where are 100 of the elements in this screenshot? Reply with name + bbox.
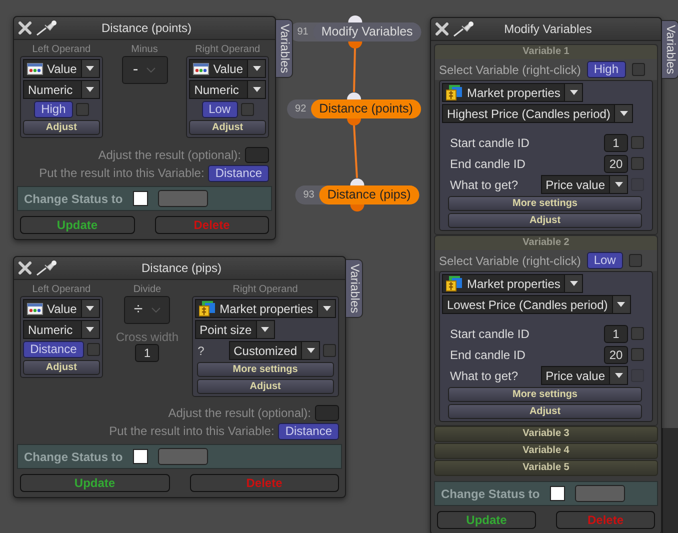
variable-header[interactable]: Variable 4 [434,443,658,459]
chevron-icon [146,67,156,73]
checkbox[interactable] [631,327,644,340]
update-button[interactable]: Update [437,511,536,529]
variables-tab[interactable]: Variables [346,259,363,318]
variable-chip[interactable]: High [34,101,73,118]
caret-icon [322,306,330,311]
source-dropdown[interactable]: Market properties [442,274,584,293]
more-settings-button[interactable]: More settings [448,196,642,211]
value-dropdown[interactable]: Price value [540,366,628,385]
caret-icon [570,90,578,95]
source-dropdown[interactable]: Value [23,59,100,78]
number-field[interactable]: 20 [604,154,628,172]
value-dropdown[interactable]: Price value [540,175,628,194]
source-dropdown[interactable]: Value [189,59,266,78]
variable-header[interactable]: Variable 2 [435,236,657,250]
input-port[interactable] [350,178,364,186]
checkbox[interactable] [632,63,645,76]
update-button[interactable]: Update [20,216,134,234]
close-icon[interactable] [18,261,32,275]
adjust-result-label: Adjust the result (optional): [98,148,241,162]
variables-tab[interactable]: Variables [662,20,678,80]
status-checkbox[interactable] [550,486,565,501]
flow-node[interactable]: 93 Distance (pips) [295,186,419,204]
property-dropdown[interactable]: Lowest Price (Candles period) [442,295,631,314]
flow-node[interactable]: 92 Distance (points) [287,100,421,118]
adjust-result-field[interactable] [315,405,339,421]
type-dropdown[interactable]: Numeric [189,80,266,99]
input-port[interactable] [347,92,361,100]
checkbox[interactable] [631,157,644,170]
checkbox[interactable] [628,254,642,267]
type-dropdown[interactable]: Numeric [23,320,100,339]
variable-chip[interactable]: Low [586,252,623,269]
source-dropdown[interactable]: Market properties [442,83,584,102]
variable-chip[interactable]: Distance [23,341,84,358]
close-icon[interactable] [18,21,32,35]
caret-icon [617,302,626,307]
more-settings-button[interactable]: More settings [448,387,642,402]
checkbox[interactable] [76,103,89,116]
field-label: End candle ID [450,348,526,362]
operator-dropdown[interactable]: ÷ [124,296,170,324]
caret-icon [261,327,270,332]
variable-chip[interactable]: High [586,61,626,78]
variables-tab[interactable]: Variables [276,19,293,78]
adjust-button[interactable]: Adjust [23,360,100,375]
variable-header[interactable]: Variable 3 [434,426,658,442]
number-field[interactable]: 1 [604,324,628,342]
checkbox[interactable] [86,343,100,356]
operator-dropdown[interactable]: - [122,56,168,84]
window-title: Distance (points) [100,21,193,35]
property-dropdown[interactable]: Point size [194,320,275,339]
status-field[interactable] [158,190,208,207]
status-field[interactable] [574,485,625,502]
adjust-button[interactable]: Adjust [448,213,642,228]
input-port[interactable] [348,16,362,22]
status-field[interactable] [158,448,208,465]
status-checkbox[interactable] [132,191,148,206]
mode-dropdown[interactable]: Customized [228,341,320,360]
operator-label: Minus [131,44,158,55]
output-port[interactable] [348,42,362,48]
variable-chip[interactable]: Distance [278,422,339,440]
operand-label: Left Operand [32,44,91,55]
adjust-result-field[interactable] [245,147,269,163]
number-field[interactable]: 20 [604,346,628,364]
checkbox[interactable] [631,136,644,149]
caret-icon [614,182,622,187]
adjust-button[interactable]: Adjust [448,404,642,419]
pin-icon[interactable] [453,21,475,37]
caret-icon [614,373,622,378]
cross-width-field[interactable]: 1 [135,344,160,362]
number-field[interactable]: 1 [604,134,628,152]
pin-icon[interactable] [36,20,58,36]
checkbox[interactable] [631,348,644,361]
result-variable-label: Put the result into this Variable: [39,166,204,180]
variable-header[interactable]: Variable 5 [434,460,658,476]
source-dropdown[interactable]: Value [23,299,100,318]
status-checkbox[interactable] [132,449,148,464]
field-label: Start candle ID [450,136,530,150]
adjust-button[interactable]: Adjust [23,120,100,135]
close-icon[interactable] [435,22,449,36]
type-dropdown[interactable]: Numeric [23,80,100,99]
checkbox[interactable] [240,103,254,116]
more-settings-button[interactable]: More settings [196,362,334,377]
output-port[interactable] [347,118,361,126]
checkbox[interactable] [323,344,336,357]
variable-chip[interactable]: Low [202,101,238,118]
caret-icon [306,348,314,353]
caret-icon [620,111,628,116]
update-button[interactable]: Update [20,474,170,492]
property-dropdown[interactable]: Highest Price (Candles period) [442,104,634,123]
source-dropdown[interactable]: Market properties [194,299,336,318]
field-label: What to get? [450,178,520,192]
variable-chip[interactable]: Distance [208,164,269,182]
market-icon [446,84,463,100]
caret-icon [252,87,260,92]
pin-icon[interactable] [36,260,58,276]
output-port[interactable] [350,204,364,212]
adjust-button[interactable]: Adjust [189,120,266,135]
variable-header[interactable]: Variable 1 [435,45,657,59]
adjust-button[interactable]: Adjust [196,379,334,394]
